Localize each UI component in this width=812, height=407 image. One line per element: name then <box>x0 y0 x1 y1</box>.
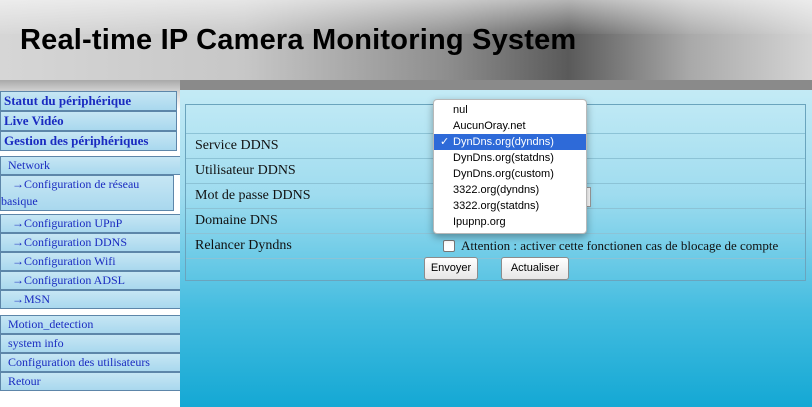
dropdown-option-label: DynDns.org(statdns) <box>453 152 554 164</box>
sidebar-item-label: Motion_detection <box>8 317 94 331</box>
ddns-service-dropdown-list: nul AucunOray.net ✓ DynDns.org(dyndns) Dy… <box>433 99 587 234</box>
sidebar-item-label: →Configuration ADSL <box>12 273 125 287</box>
main-top-strip <box>180 80 812 90</box>
sidebar-item-wifi-config[interactable]: →Configuration Wifi <box>0 252 185 271</box>
sidebar-item-device-management[interactable]: Gestion des périphériques <box>0 131 177 151</box>
dns-domain-label: Domaine DNS <box>195 213 278 228</box>
ddns-service-label: Service DDNS <box>195 138 279 153</box>
dropdown-option[interactable]: AucunOray.net <box>434 118 586 134</box>
sidebar-item-label: →Configuration DDNS <box>12 235 127 249</box>
dropdown-option-label: DynDns.org(custom) <box>453 168 554 180</box>
submit-button[interactable]: Envoyer <box>424 257 478 280</box>
dropdown-option-selected[interactable]: ✓ DynDns.org(dyndns) <box>434 134 586 150</box>
sidebar-item-label-line2: basique <box>1 194 38 208</box>
checkmark-icon: ✓ <box>440 136 450 148</box>
dropdown-option[interactable]: 3322.org(dyndns) <box>434 182 586 198</box>
refresh-button[interactable]: Actualiser <box>501 257 569 280</box>
page-title: Real-time IP Camera Monitoring System <box>20 24 577 56</box>
form-buttons-row <box>186 258 805 281</box>
sidebar-item-label: Statut du périphérique <box>4 93 132 108</box>
ddns-user-label: Utilisateur DDNS <box>195 163 296 178</box>
sidebar-item-ddns-config[interactable]: →Configuration DDNS <box>0 233 185 252</box>
sidebar-item-label: Network <box>8 158 50 172</box>
sidebar-item-user-config[interactable]: Configuration des utilisateurs <box>0 353 181 372</box>
sidebar-item-basic-network-config[interactable]: →Configuration de réseau basique <box>0 175 174 211</box>
dropdown-option[interactable]: 3322.org(statdns) <box>434 198 586 214</box>
sidebar-item-back[interactable]: Retour <box>0 372 181 391</box>
sidebar-item-adsl-config[interactable]: →Configuration ADSL <box>0 271 185 290</box>
sidebar-nav: Statut du périphérique Live Vidéo Gestio… <box>0 89 185 407</box>
sidebar-item-label-line1: →Configuration de réseau <box>12 177 140 191</box>
sidebar-item-device-status[interactable]: Statut du périphérique <box>0 91 177 111</box>
sidebar-item-label: Live Vidéo <box>4 113 64 128</box>
sidebar-item-msn[interactable]: →MSN <box>0 290 185 309</box>
header-bar: Real-time IP Camera Monitoring System <box>0 0 812 80</box>
sidebar-item-motion-detection[interactable]: Motion_detection <box>0 315 181 334</box>
sidebar-item-upnp-config[interactable]: →Configuration UPnP <box>0 214 185 233</box>
sidebar-item-label: Retour <box>8 374 41 388</box>
sidebar-item-label: Gestion des périphériques <box>4 133 149 148</box>
form-row-restart-dyndns: Relancer Dyndns Attention : activer cett… <box>186 233 805 258</box>
dropdown-option-label: 3322.org(statdns) <box>453 200 540 212</box>
ddns-password-label: Mot de passe DDNS <box>195 188 311 203</box>
dropdown-option-label: DynDns.org(dyndns) <box>453 136 554 148</box>
sidebar-item-label: →Configuration Wifi <box>12 254 116 268</box>
dropdown-option-label: Ipupnp.org <box>453 216 506 228</box>
dropdown-option[interactable]: nul <box>434 102 586 118</box>
restart-dyndns-checkbox[interactable] <box>443 240 455 252</box>
dropdown-option-label: 3322.org(dyndns) <box>453 184 540 196</box>
dropdown-option[interactable]: DynDns.org(statdns) <box>434 150 586 166</box>
sidebar-item-label: →MSN <box>12 292 51 306</box>
sidebar-item-network[interactable]: Network <box>0 156 181 175</box>
dropdown-option[interactable]: DynDns.org(custom) <box>434 166 586 182</box>
dropdown-option[interactable]: Ipupnp.org <box>434 214 586 230</box>
dropdown-option-label: AucunOray.net <box>453 120 526 132</box>
sidebar-item-live-video[interactable]: Live Vidéo <box>0 111 177 131</box>
sidebar-item-label: Configuration des utilisateurs <box>8 355 150 369</box>
restart-dyndns-checkbox-label: Attention : activer cette fonctionen cas… <box>461 238 779 253</box>
restart-dyndns-label: Relancer Dyndns <box>195 238 292 253</box>
dropdown-option-label: nul <box>453 104 468 116</box>
sidebar-item-label: →Configuration UPnP <box>12 216 123 230</box>
sidebar-item-system-info[interactable]: system info <box>0 334 181 353</box>
sidebar-item-label: system info <box>8 336 64 350</box>
